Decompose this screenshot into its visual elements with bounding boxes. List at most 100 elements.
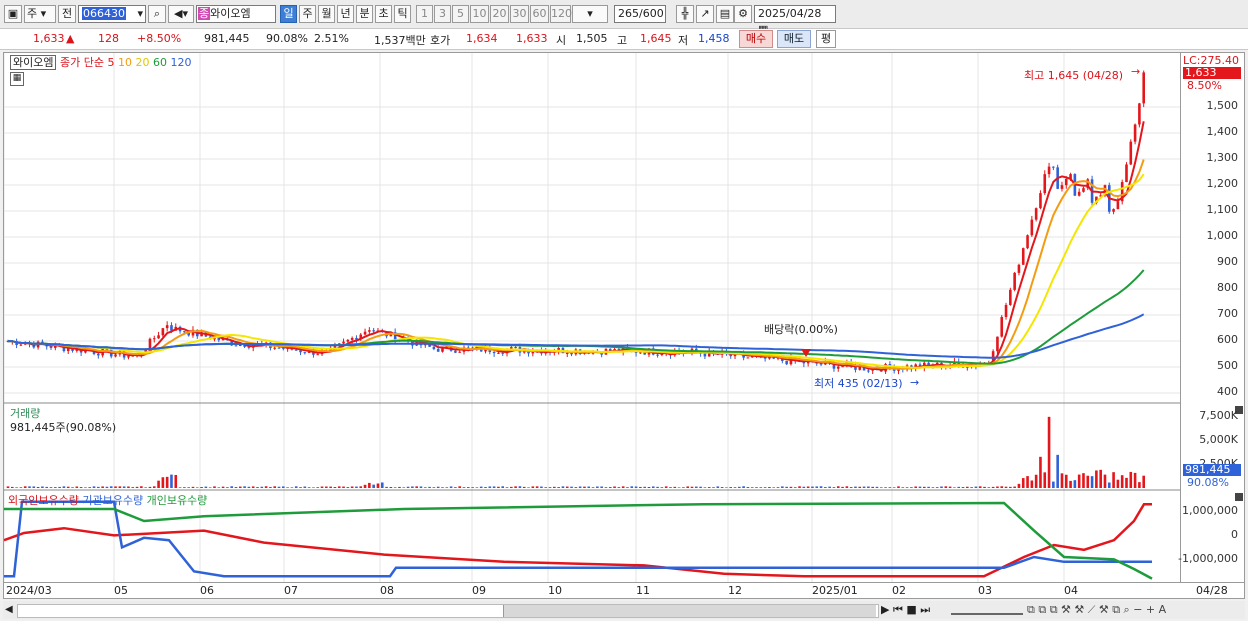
candle-body	[19, 344, 23, 346]
volume-bar	[428, 486, 431, 488]
stock-name: 와이오엠	[210, 7, 251, 20]
playback-controls[interactable]: ▶ ⏮ ■ ⏭	[881, 603, 930, 617]
volume-bar	[793, 487, 797, 488]
x-tick-label: 08	[380, 584, 394, 597]
volume-bar	[303, 486, 307, 488]
volume-bar	[561, 486, 565, 488]
stock-code-input[interactable]: 066430 ▾	[78, 5, 146, 23]
volume-bar	[1009, 486, 1012, 488]
volume-bar	[720, 487, 724, 488]
candle-body	[346, 339, 350, 342]
candle-body	[570, 352, 573, 355]
chart-area[interactable]: → → 와이오엠 종가 단순 5 10 20 60 120 ▦ 최고 1,645 …	[3, 52, 1181, 583]
chart-tool-icons[interactable]: ⧉ ⧉ ⧉ ⚒ ⚒ ⟋ ⚒ ⧉ ⌕ − + A	[1027, 603, 1166, 617]
candle-body	[1030, 219, 1034, 236]
candle-body	[1000, 317, 1004, 337]
interval-tab[interactable]: 1	[416, 5, 433, 23]
volume-bar	[148, 486, 152, 488]
interval-tab[interactable]: 5	[452, 5, 469, 23]
search-icon[interactable]: ⌕	[148, 5, 166, 23]
volume-bar	[660, 487, 664, 488]
volume-bar	[174, 474, 178, 488]
volume-bar	[307, 487, 311, 488]
candle-body	[1064, 178, 1068, 186]
period-tab[interactable]: 틱	[394, 5, 411, 23]
volume-bar	[604, 487, 608, 488]
holding-tick-label: 1,000,000	[1182, 504, 1238, 517]
interval-dropdown[interactable]: ▾	[572, 5, 608, 23]
period-tab[interactable]: 년	[337, 5, 354, 23]
candle-body	[639, 352, 642, 354]
volume-bar	[918, 486, 922, 488]
settings-gear-icon[interactable]: ⚙	[734, 5, 752, 23]
low-price: 1,458	[698, 32, 730, 45]
candle-body	[492, 352, 496, 354]
period-tab[interactable]: 초	[375, 5, 392, 23]
price-tick-label: 1,200	[1206, 177, 1239, 190]
zoom-slider[interactable]	[951, 605, 1023, 615]
period-tab[interactable]: 주	[299, 5, 316, 23]
bid-price-2: 1,633	[516, 32, 548, 45]
period-tab[interactable]: 일	[280, 5, 297, 23]
save-icon[interactable]: ▤	[716, 5, 734, 23]
count-input[interactable]: 265/600	[614, 5, 666, 23]
volume-bar	[290, 487, 294, 488]
volume-bar	[415, 486, 418, 488]
draw-tool-icon[interactable]: ↗	[696, 5, 714, 23]
bottom-scrollbar[interactable]: ◀ ▶ ⏮ ■ ⏭ ⧉ ⧉ ⧉ ⚒ ⚒ ⟋ ⚒ ⧉ ⌕ − + A	[3, 601, 1245, 619]
prev-button[interactable]: 전	[58, 5, 76, 23]
interval-tab[interactable]: 20	[490, 5, 509, 23]
panel-close-icon[interactable]	[1235, 493, 1243, 501]
candle-body	[294, 349, 298, 351]
stock-name-field[interactable]: 종와이오엠	[196, 5, 276, 23]
holding-legend: 외국인보유수량 기관보유수량 개인보유수량	[8, 492, 207, 508]
volume-bar	[1086, 475, 1090, 488]
scroll-thumb[interactable]	[503, 605, 876, 617]
volume-tick-label: 5,000K	[1199, 433, 1238, 446]
volume-bar	[385, 486, 388, 488]
interval-tab[interactable]: 30	[510, 5, 529, 23]
volume-bar	[152, 486, 156, 488]
candle-body	[836, 366, 840, 369]
volume-bar	[1034, 474, 1038, 488]
interval-tab[interactable]: 120	[550, 5, 572, 23]
grid-table-icon[interactable]: ▦	[10, 72, 24, 86]
interval-tab[interactable]: 60	[530, 5, 549, 23]
volume-bar	[966, 486, 969, 488]
volume-bar	[320, 486, 324, 488]
volume-bar	[892, 487, 896, 488]
volume-bar	[535, 486, 539, 488]
interval-tab[interactable]: 10	[470, 5, 489, 23]
volume-bar	[626, 487, 629, 488]
period-tab[interactable]: 월	[318, 5, 335, 23]
date-input[interactable]: 2025/04/28 ▦	[754, 5, 836, 36]
sell-button[interactable]: 매도	[777, 30, 811, 48]
scroll-track[interactable]	[17, 604, 879, 618]
buy-button[interactable]: 매수	[739, 30, 773, 48]
x-end-label: 04/28	[1196, 584, 1228, 597]
scroll-left-icon[interactable]: ◀	[5, 604, 13, 615]
candle-body	[1138, 103, 1141, 125]
volume-bar	[553, 486, 556, 488]
volume-bar	[742, 486, 745, 488]
evaluate-button[interactable]: 평	[816, 30, 836, 48]
volume-bar	[871, 486, 874, 488]
volume-bar	[862, 486, 866, 488]
volume-bar	[109, 486, 113, 488]
speaker-icon[interactable]: ◀▾	[168, 5, 194, 23]
volume-bar	[845, 486, 849, 488]
volume-bar	[170, 474, 173, 488]
candle-type-icon[interactable]: ╬	[676, 5, 694, 23]
x-tick-label: 04	[1064, 584, 1078, 597]
candle-body	[316, 354, 320, 356]
volume-bar	[1116, 479, 1120, 488]
volume-bar	[393, 487, 397, 488]
window-icon[interactable]: ▣	[4, 5, 22, 23]
volume-bar	[867, 486, 870, 488]
volume-bar	[901, 487, 905, 488]
volume-bar	[781, 486, 784, 488]
volume-bar	[462, 487, 466, 488]
interval-tab[interactable]: 3	[434, 5, 451, 23]
market-mode-select[interactable]: 주 ▾	[24, 5, 56, 23]
period-tab[interactable]: 분	[356, 5, 373, 23]
